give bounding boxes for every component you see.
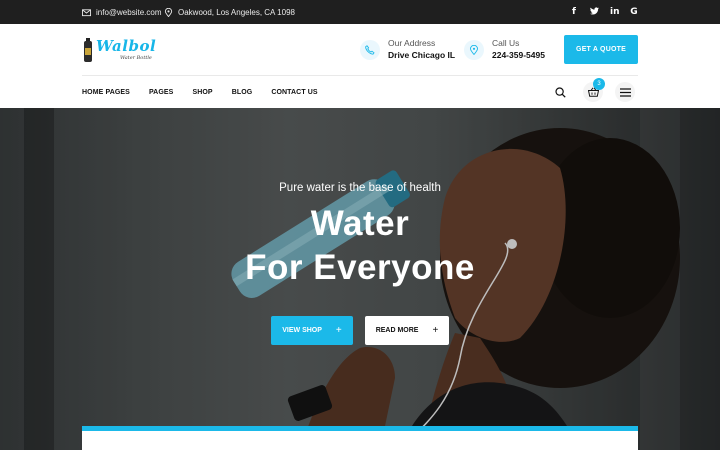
search-button[interactable] — [550, 82, 570, 102]
email-info[interactable]: info@website.com — [82, 0, 161, 24]
address-value: Drive Chicago IL — [388, 50, 456, 60]
logo-tagline: Water Bottle — [120, 55, 152, 61]
top-bar: info@website.com Oakwood, Los Angeles, C… — [0, 0, 720, 24]
view-shop-label: VIEW SHOP — [282, 327, 322, 334]
email-text[interactable]: info@website.com — [96, 8, 161, 17]
call-block: Call Us 224-359-5495 — [464, 38, 545, 61]
address-info: Oakwood, Los Angeles, CA 1098 — [164, 0, 295, 24]
view-shop-button[interactable]: VIEW SHOP + — [271, 316, 353, 345]
hero-title-line1: Water — [310, 204, 410, 243]
phone-icon — [365, 44, 375, 55]
get-quote-button[interactable]: GET A QUOTE — [564, 35, 638, 64]
logo-brand: Walbol — [96, 37, 157, 55]
mail-icon — [82, 8, 91, 16]
nav-item-blog[interactable]: BLOG — [232, 89, 253, 96]
nav-item-contact-us[interactable]: CONTACT US — [271, 89, 317, 96]
address-block: Our Address Drive Chicago IL — [360, 38, 455, 61]
nav-item-home-pages[interactable]: HOME PAGES — [82, 89, 130, 96]
menu-button[interactable] — [615, 82, 635, 102]
hero-subtitle: Pure water is the base of health — [279, 182, 441, 194]
call-value[interactable]: 224-359-5495 — [492, 49, 545, 61]
hero-title-line2: For Everyone — [245, 248, 475, 287]
address-text: Oakwood, Los Angeles, CA 1098 — [178, 7, 295, 17]
plus-icon: + — [432, 325, 439, 336]
nav-menu: HOME PAGES PAGES SHOP BLOG CONTACT US — [82, 76, 337, 108]
call-label: Call Us — [492, 38, 520, 48]
plus-icon: + — [335, 325, 342, 336]
read-more-button[interactable]: READ MORE + — [365, 316, 449, 345]
hamburger-icon — [619, 87, 631, 97]
nav-item-shop[interactable]: SHOP — [192, 89, 212, 96]
read-more-label: READ MORE — [375, 327, 419, 334]
cart-count-badge: 3 — [593, 78, 605, 90]
logo[interactable]: Walbol Water Bottle — [82, 37, 156, 63]
pin-icon-circle — [464, 39, 484, 60]
search-icon — [554, 86, 566, 98]
content-panel-top — [82, 426, 638, 450]
main-nav: HOME PAGES PAGES SHOP BLOG CONTACT US — [0, 76, 720, 108]
twitter-icon[interactable] — [590, 6, 599, 18]
bottle-logo-icon — [84, 38, 92, 62]
hero-section: Pure water is the base of health Water F… — [0, 108, 720, 450]
linkedin-icon[interactable]: in — [610, 7, 620, 17]
address-label: Our Address — [388, 38, 436, 48]
google-icon[interactable]: G — [630, 7, 638, 17]
nav-item-pages[interactable]: PAGES — [149, 89, 174, 96]
facebook-icon[interactable]: f — [570, 7, 578, 17]
location-pin-icon — [470, 44, 478, 55]
social-links: f in G — [570, 0, 638, 24]
location-pin-icon — [164, 7, 173, 17]
phone-icon-circle — [360, 39, 380, 60]
site-header: Walbol Water Bottle Our Address Drive Ch… — [0, 24, 720, 76]
